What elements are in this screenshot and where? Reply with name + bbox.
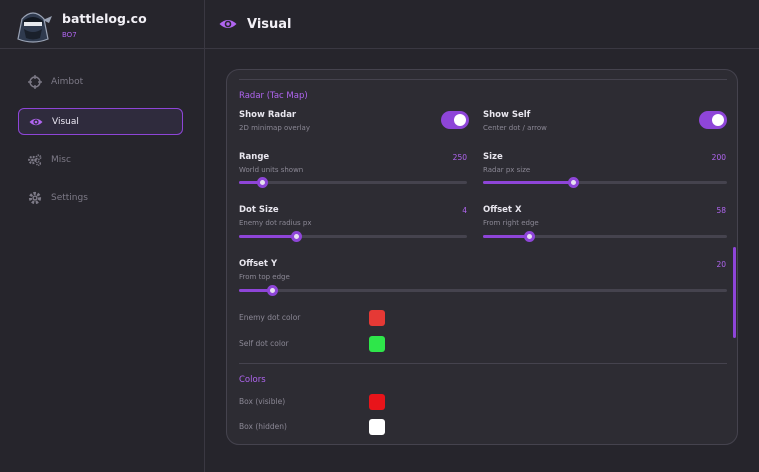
sidebar-item-aimbot[interactable]: Aimbot (18, 68, 183, 95)
page-header: Visual (205, 0, 759, 49)
page-title: Visual (247, 16, 292, 32)
sidebar-item-label: Settings (51, 192, 88, 203)
gear-icon (28, 191, 42, 205)
divider (239, 363, 727, 364)
range-desc: World units shown (239, 166, 304, 174)
box-visible-label: Box (visible) (239, 397, 286, 406)
panel-scrollbar[interactable] (733, 247, 736, 338)
slider-thumb[interactable] (266, 285, 278, 296)
sidebar-item-settings[interactable]: Settings (18, 184, 183, 211)
show-radar-label: Show Radar (239, 110, 297, 120)
slider-thumb[interactable] (568, 177, 580, 188)
slider-fill (483, 181, 574, 184)
eye-icon (219, 15, 237, 33)
offset-x-label: Offset X (483, 205, 522, 215)
range-value: 250 (452, 153, 467, 162)
offset-x-desc: From right edge (483, 219, 539, 227)
box-hidden-label: Box (hidden) (239, 422, 287, 431)
brand-title: battlelog.co (62, 11, 147, 26)
size-label: Size (483, 152, 503, 162)
show-self-label: Show Self (483, 110, 531, 120)
size-desc: Radar px size (483, 166, 531, 174)
box-visible-color-swatch[interactable] (369, 394, 385, 410)
show-self-desc: Center dot / arrow (483, 124, 547, 132)
box-hidden-color-swatch[interactable] (369, 419, 385, 435)
self-dot-color-label: Self dot color (239, 339, 289, 348)
self-dot-color-swatch[interactable] (369, 336, 385, 352)
sidebar-item-misc[interactable]: Misc (18, 146, 183, 173)
size-value: 200 (711, 153, 726, 162)
slider-thumb[interactable] (524, 231, 536, 242)
eye-icon (29, 115, 43, 129)
settings-panel: Radar (Tac Map) Show Radar 2D minimap ov… (226, 69, 738, 445)
slider-thumb[interactable] (291, 231, 302, 242)
show-self-toggle[interactable] (699, 111, 727, 129)
sidebar-item-visual[interactable]: Visual (18, 108, 183, 135)
toggle-knob (712, 114, 724, 126)
divider (239, 79, 727, 80)
slider-fill (483, 235, 530, 238)
range-slider[interactable] (239, 177, 467, 188)
brand-header: battlelog.co BO7 (0, 0, 204, 49)
ninja-logo-icon (17, 12, 52, 43)
section-title-radar: Radar (Tac Map) (239, 91, 308, 101)
dot-size-value: 4 (462, 206, 467, 215)
sidebar-item-label: Aimbot (51, 76, 84, 87)
sidebar-item-label: Misc (51, 154, 71, 165)
brand-subtitle: BO7 (62, 31, 77, 39)
show-radar-toggle[interactable] (441, 111, 469, 129)
range-label: Range (239, 152, 270, 162)
enemy-dot-color-swatch[interactable] (369, 310, 385, 326)
offset-y-slider[interactable] (239, 285, 727, 296)
show-radar-desc: 2D minimap overlay (239, 124, 310, 132)
offset-y-label: Offset Y (239, 259, 278, 269)
crosshair-icon (28, 74, 42, 89)
dot-size-desc: Enemy dot radius px (239, 219, 312, 227)
slider-fill (239, 235, 296, 238)
offset-x-value: 58 (716, 206, 726, 215)
dot-size-slider[interactable] (239, 231, 467, 242)
gears-icon (28, 153, 42, 167)
offset-y-value: 20 (716, 260, 726, 269)
sidebar: battlelog.co BO7 Aimbot Visual Misc Sett… (0, 0, 205, 472)
toggle-knob (454, 114, 466, 126)
offset-y-desc: From top edge (239, 273, 290, 281)
dot-size-label: Dot Size (239, 205, 279, 215)
enemy-dot-color-label: Enemy dot color (239, 313, 301, 322)
section-title-colors: Colors (239, 375, 266, 385)
slider-thumb[interactable] (256, 177, 268, 188)
offset-x-slider[interactable] (483, 231, 727, 242)
sidebar-item-label: Visual (52, 116, 79, 127)
size-slider[interactable] (483, 177, 727, 188)
